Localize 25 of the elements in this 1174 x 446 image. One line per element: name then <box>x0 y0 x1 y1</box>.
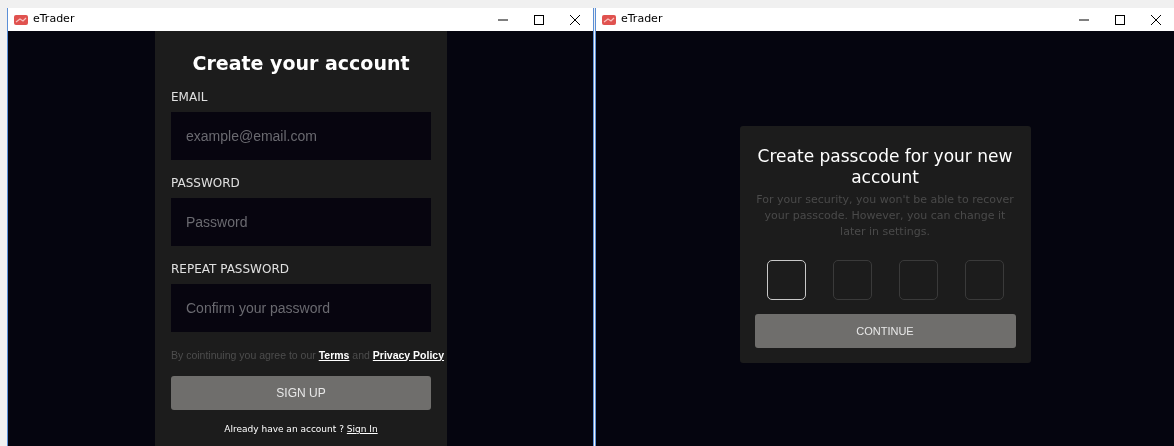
sign-up-button[interactable]: SIGN UP <box>171 376 431 411</box>
terms-link[interactable]: Terms <box>318 348 350 361</box>
input-field[interactable]: example@email.com <box>171 111 431 160</box>
field-label: PASSWORD <box>171 174 241 192</box>
maximize-icon <box>1115 14 1125 25</box>
sign-in-link[interactable]: Sign In <box>346 424 378 435</box>
signin-prompt: Already have an account ? Sign In <box>223 423 379 437</box>
app-logo-icon <box>602 14 616 25</box>
passcode-digit-field[interactable] <box>898 260 938 300</box>
window-title: eTrader <box>33 11 75 28</box>
window-title: eTrader <box>621 11 663 28</box>
input-field[interactable]: Confirm your password <box>171 283 431 332</box>
passcode-heading: Create passcode for your new account <box>756 146 1014 188</box>
close-icon <box>1151 14 1161 25</box>
app-logo-icon <box>14 14 28 25</box>
maximize-icon <box>534 14 544 25</box>
continue-button[interactable]: CONTINUE <box>754 314 1016 348</box>
field-label: REPEAT PASSWORD <box>171 260 290 278</box>
field-label: EMAIL <box>171 88 209 106</box>
signup-heading: Create your account <box>191 51 411 76</box>
input-field[interactable]: Password <box>171 197 431 246</box>
privacy-policy-link[interactable]: Privacy Policy <box>372 348 445 361</box>
close-icon <box>570 14 580 25</box>
passcode-digit-field[interactable] <box>832 260 872 300</box>
passcode-digit-field[interactable] <box>964 260 1004 300</box>
